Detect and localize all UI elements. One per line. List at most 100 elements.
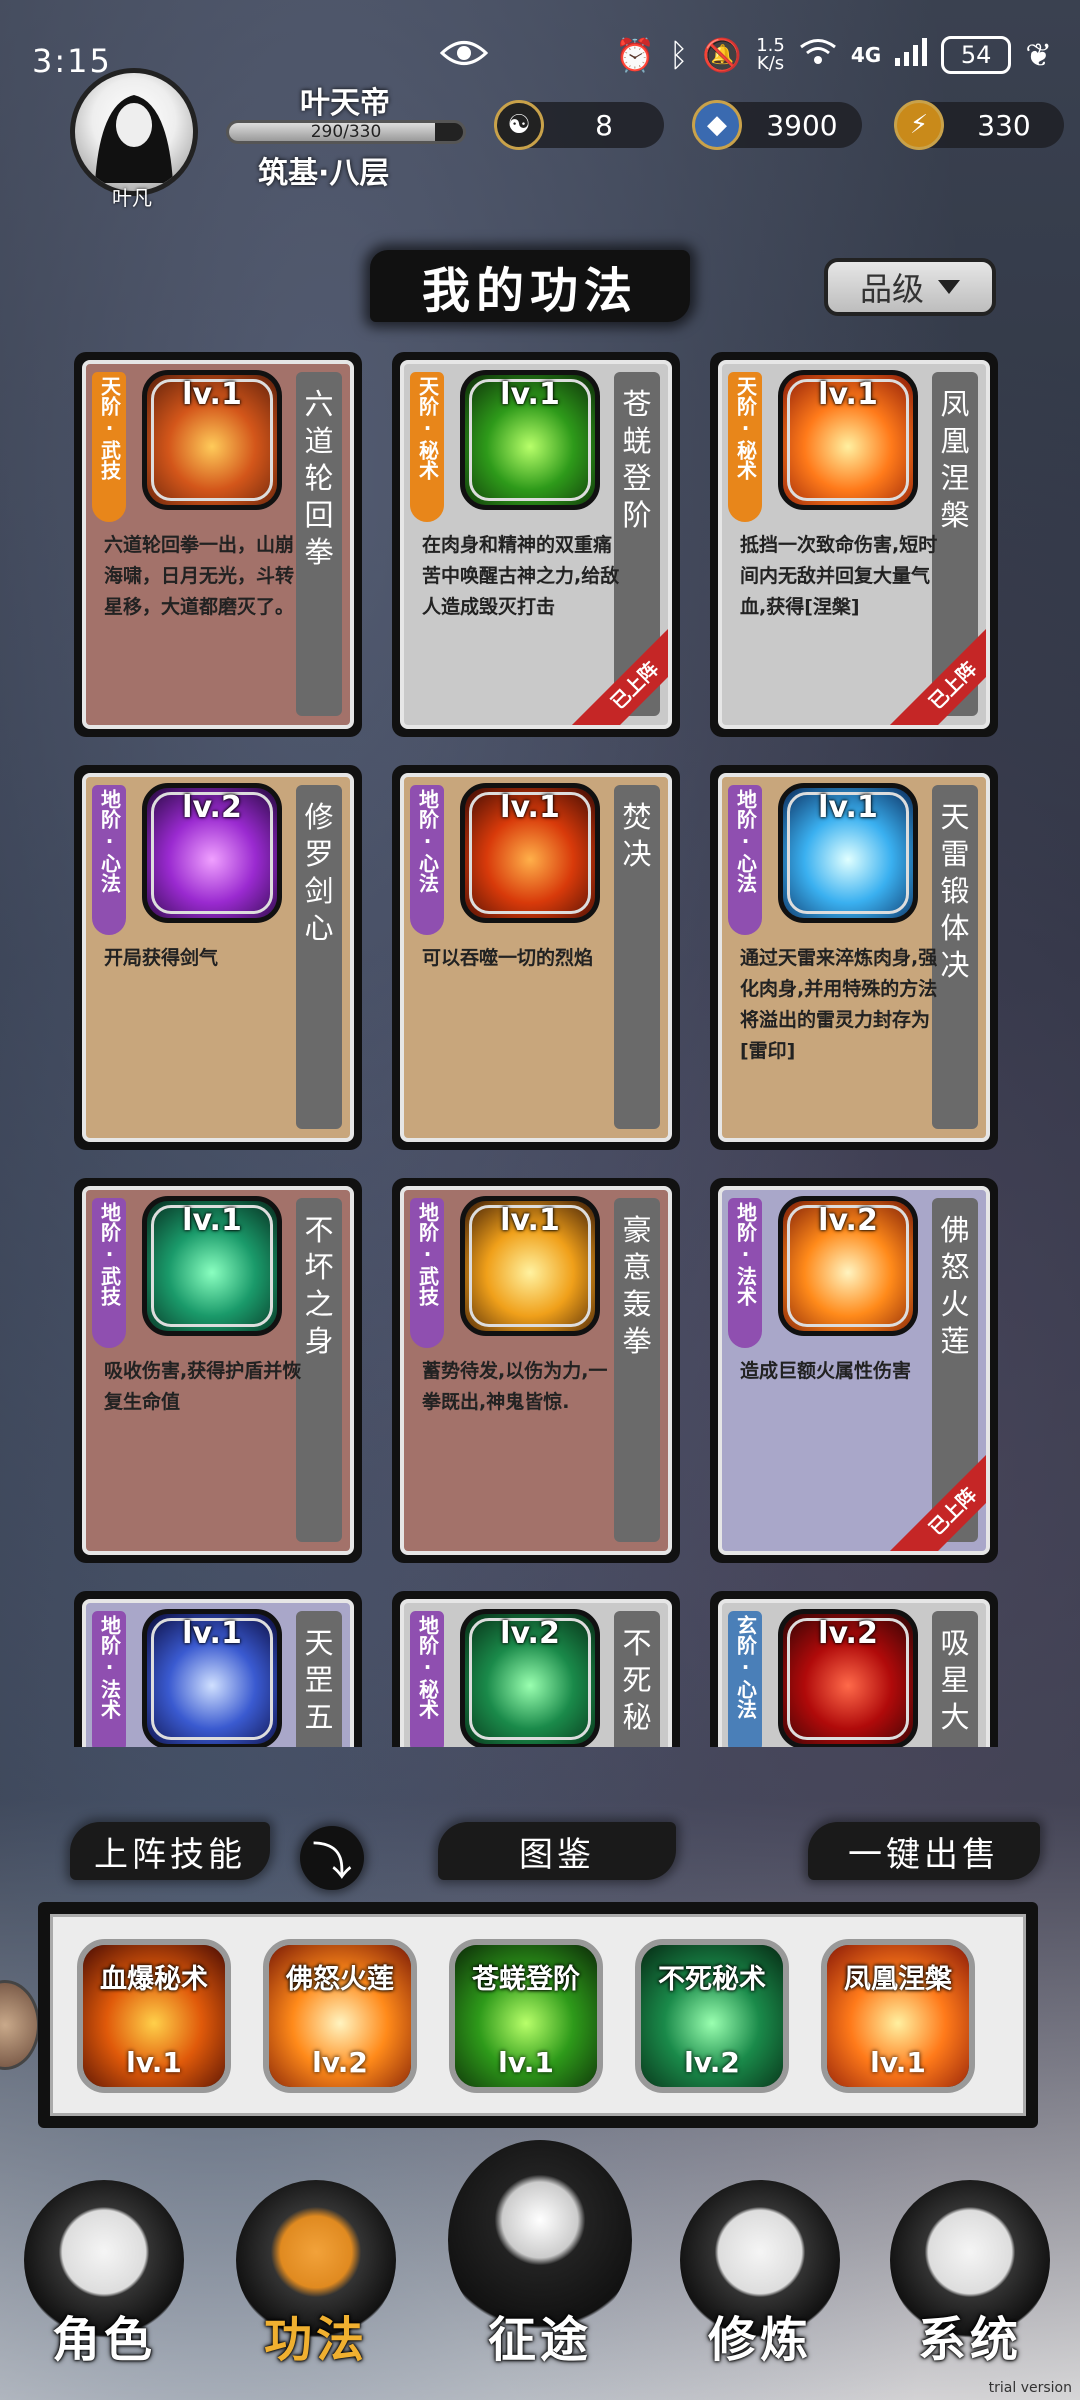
skill-description: 可以吞噬一切的烈焰 xyxy=(422,947,594,969)
slot-skill-level: lv.1 xyxy=(126,2046,182,2079)
skill-art-icon: lv.1 xyxy=(142,1609,282,1747)
skill-card[interactable]: 地阶·武技 lv.1 豪意轰拳 蓄势待发,以伤为力,一拳既出,神鬼皆惊. xyxy=(392,1178,680,1563)
skill-card-body: 玄阶·心法 lv.2 吸星大 xyxy=(718,1599,990,1747)
skill-card-body: 天阶·秘术 lv.1 苍蜣登阶 在肉身和精神的双重痛苦中唤醒古神之力,给敌人造成… xyxy=(400,360,672,729)
page-title: 我的功法 xyxy=(421,263,638,319)
eye-icon xyxy=(439,38,489,76)
skill-grade-tag: 地阶·心法 xyxy=(728,785,762,935)
skill-card[interactable]: 天阶·武技 lv.1 六道轮回拳 六道轮回拳一出，山崩海啸，日月无光，斗转星移，… xyxy=(74,352,362,737)
equipped-skill-slot[interactable]: 佛怒火莲 lv.2 xyxy=(263,1939,417,2093)
net-speed: 1.5 K/s xyxy=(756,35,785,74)
slot-skill-name: 不死秘术 xyxy=(658,1964,766,1995)
skill-art-icon: lv.2 xyxy=(778,1196,918,1336)
skill-grade-tag: 地阶·秘术 xyxy=(410,1611,444,1747)
sort-label: 品级 xyxy=(859,270,924,308)
exp-bar: 290/330 xyxy=(226,120,466,144)
skill-card[interactable]: 地阶·心法 lv.2 修罗剑心 开局获得剑气 xyxy=(74,765,362,1150)
skill-description: 通过天雷来淬炼肉身,强化肉身,并用特殊的方法将溢出的雷灵力封存为[雷印] xyxy=(740,947,938,1062)
realm-level: 筑基·八层 xyxy=(258,156,390,191)
bottom-nav: 角色 功法 征途 修炼 系统 xyxy=(0,2140,1080,2400)
mute-icon: 🔕 xyxy=(702,36,743,74)
skill-art-icon: lv.2 xyxy=(142,783,282,923)
skill-art-icon: lv.1 xyxy=(142,370,282,510)
codex-button[interactable]: 图鉴 xyxy=(438,1822,676,1880)
skill-description: 在肉身和精神的双重痛苦中唤醒古神之力,给敌人造成毁灭打击 xyxy=(422,534,620,618)
equipped-skill-slot[interactable]: 苍蜣登阶 lv.1 xyxy=(449,1939,603,2093)
swap-arrow-icon[interactable]: ⤵ xyxy=(300,1826,364,1890)
trial-watermark: trial version xyxy=(988,2380,1072,2396)
skill-card-body: 地阶·武技 lv.1 不坏之身 吸收伤害,获得护盾并恢复生命值 xyxy=(82,1186,354,1555)
skill-art-icon: lv.1 xyxy=(460,370,600,510)
skill-art-icon: lv.1 xyxy=(778,783,918,923)
skill-card[interactable]: 地阶·法术 lv.2 佛怒火莲 造成巨额火属性伤害 已上阵 xyxy=(710,1178,998,1563)
equipped-skill-slot[interactable]: 血爆秘术 lv.1 xyxy=(77,1939,231,2093)
network-type: 4G xyxy=(850,43,882,67)
skill-grid[interactable]: 天阶·武技 lv.1 六道轮回拳 六道轮回拳一出，山崩海啸，日月无光，斗转星移，… xyxy=(74,352,998,1747)
sort-dropdown[interactable]: 品级 xyxy=(824,258,996,316)
skill-level: lv.1 xyxy=(818,790,878,825)
skill-art-icon: lv.1 xyxy=(460,783,600,923)
skill-level: lv.1 xyxy=(500,377,560,412)
skill-card[interactable]: 地阶·心法 lv.1 天雷锻体决 通过天雷来淬炼肉身,强化肉身,并用特殊的方法将… xyxy=(710,765,998,1150)
skill-card-body: 地阶·心法 lv.1 天雷锻体决 通过天雷来淬炼肉身,强化肉身,并用特殊的方法将… xyxy=(718,773,990,1142)
skill-card-body: 地阶·法术 lv.1 天罡五 xyxy=(82,1599,354,1747)
skill-grade-tag: 地阶·武技 xyxy=(92,1198,126,1348)
nav-skills[interactable]: 功法 xyxy=(226,2180,406,2370)
wifi-icon xyxy=(799,36,837,74)
avatar-name: 叶凡 xyxy=(112,186,152,210)
skill-level: lv.1 xyxy=(500,1203,560,1238)
page-title-banner: 我的功法 xyxy=(370,250,690,322)
equipped-skill-slot[interactable]: 不死秘术 lv.2 xyxy=(635,1939,789,2093)
skill-card[interactable]: 天阶·秘术 lv.1 苍蜣登阶 在肉身和精神的双重痛苦中唤醒古神之力,给敌人造成… xyxy=(392,352,680,737)
equipped-skill-slot[interactable]: 凤凰涅槃 lv.1 xyxy=(821,1939,975,2093)
slot-skill-level: lv.2 xyxy=(684,2046,740,2079)
slot-skill-level: lv.1 xyxy=(498,2046,554,2079)
slot-skill-name: 凤凰涅槃 xyxy=(844,1964,952,1995)
skill-art-icon: lv.1 xyxy=(142,1196,282,1336)
skill-card-body: 天阶·武技 lv.1 六道轮回拳 六道轮回拳一出，山崩海啸，日月无光，斗转星移，… xyxy=(82,360,354,729)
skill-level: lv.2 xyxy=(818,1203,878,1238)
nav-system[interactable]: 系统 xyxy=(880,2180,1060,2370)
spirit-stone-icon: ◆ xyxy=(692,100,742,150)
skill-name: 吸星大 xyxy=(932,1611,978,1747)
status-time: 3:15 xyxy=(32,42,112,80)
skill-grade-tag: 玄阶·心法 xyxy=(728,1611,762,1747)
skill-name: 不死秘 xyxy=(614,1611,660,1747)
skill-art-icon: lv.1 xyxy=(778,370,918,510)
bluetooth-icon: ᛒ xyxy=(669,36,689,74)
skill-card-body: 地阶·心法 lv.2 修罗剑心 开局获得剑气 xyxy=(82,773,354,1142)
skill-grade-tag: 地阶·法术 xyxy=(728,1198,762,1348)
sell-all-button[interactable]: 一键出售 xyxy=(808,1822,1040,1880)
nav-role[interactable]: 角色 xyxy=(14,2180,194,2370)
deploy-skills-button[interactable]: 上阵技能 xyxy=(70,1822,270,1880)
skill-grade-tag: 地阶·法术 xyxy=(92,1611,126,1747)
resource-energy[interactable]: ⚡ 330 xyxy=(894,100,1064,150)
skill-art-icon: lv.2 xyxy=(778,1609,918,1747)
yin-yang-icon: ☯ xyxy=(494,100,544,150)
skill-level: lv.1 xyxy=(182,1203,242,1238)
skill-card[interactable]: 天阶·秘术 lv.1 凤凰涅槃 抵挡一次致命伤害,短时间内无敌并回复大量气血,获… xyxy=(710,352,998,737)
skill-grade-tag: 天阶·秘术 xyxy=(410,372,444,522)
skill-card-body: 天阶·秘术 lv.1 凤凰涅槃 抵挡一次致命伤害,短时间内无敌并回复大量气血,获… xyxy=(718,360,990,729)
skill-card[interactable]: 地阶·秘术 lv.2 不死秘 xyxy=(392,1591,680,1747)
skill-card[interactable]: 地阶·心法 lv.1 焚决 可以吞噬一切的烈焰 xyxy=(392,765,680,1150)
skill-art-icon: lv.2 xyxy=(460,1609,600,1747)
exp-text: 290/330 xyxy=(310,122,382,142)
nav-cultivate[interactable]: 修炼 xyxy=(670,2180,850,2370)
player-avatar[interactable] xyxy=(70,68,198,196)
skill-level: lv.2 xyxy=(500,1616,560,1651)
skill-level: lv.1 xyxy=(182,1616,242,1651)
resource-spirit-stone[interactable]: ◆ 3900 xyxy=(692,100,862,150)
slot-skill-level: lv.2 xyxy=(312,2046,368,2079)
skill-card[interactable]: 地阶·武技 lv.1 不坏之身 吸收伤害,获得护盾并恢复生命值 xyxy=(74,1178,362,1563)
skill-description: 蓄势待发,以伤为力,一拳既出,神鬼皆惊. xyxy=(422,1360,608,1413)
slot-skill-name: 佛怒火莲 xyxy=(286,1964,394,1995)
nav-journey[interactable]: 征途 xyxy=(448,2140,632,2370)
skill-card[interactable]: 玄阶·心法 lv.2 吸星大 xyxy=(710,1591,998,1747)
skill-card-body: 地阶·武技 lv.1 豪意轰拳 蓄势待发,以伤为力,一拳既出,神鬼皆惊. xyxy=(400,1186,672,1555)
resource-yin-yang[interactable]: ☯ 8 xyxy=(494,100,664,150)
skill-description: 六道轮回拳一出，山崩海啸，日月无光，斗转星移，大道都磨灭了。 xyxy=(104,534,295,618)
skill-description: 造成巨额火属性伤害 xyxy=(740,1360,912,1382)
skill-grade-tag: 地阶·心法 xyxy=(410,785,444,935)
skill-card[interactable]: 地阶·法术 lv.1 天罡五 xyxy=(74,1591,362,1747)
